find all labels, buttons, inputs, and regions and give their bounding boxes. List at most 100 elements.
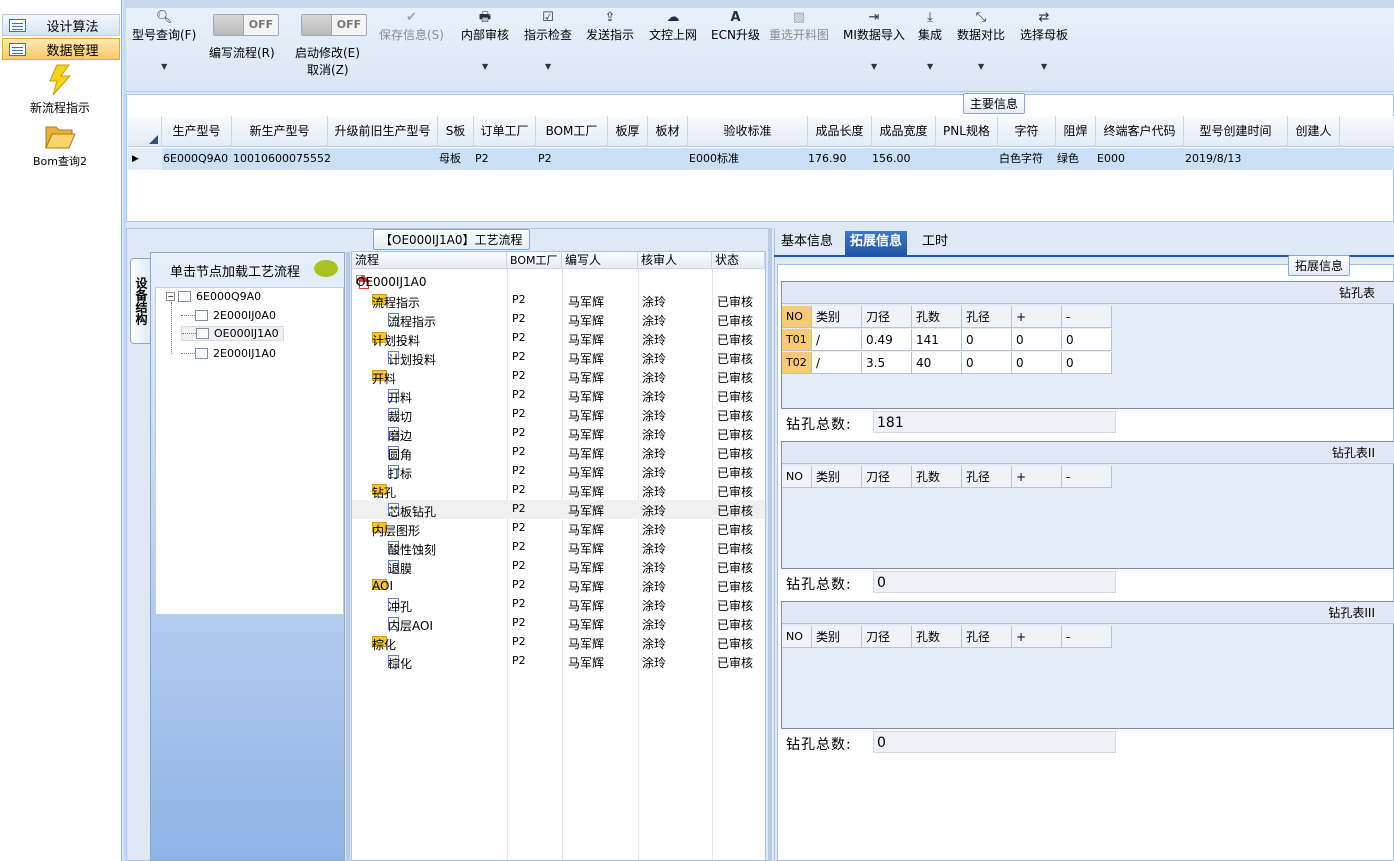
drill-col-header[interactable]: 类别 (812, 466, 862, 488)
col-header[interactable]: S板 (438, 116, 474, 147)
drill-cell[interactable]: 0 (962, 352, 1012, 374)
process-row[interactable]: 磨边 P2 马军辉 涂玲 已审核 (352, 424, 765, 443)
tree-node-root[interactable]: − 6E000Q9A0 (166, 290, 261, 303)
col-header[interactable]: 生产型号 (162, 116, 232, 147)
grid-corner[interactable] (128, 116, 162, 147)
drill-cell[interactable]: / (812, 352, 862, 374)
cell-bom-factory[interactable]: P2 (538, 148, 552, 170)
col-header[interactable]: 成品长度 (808, 116, 872, 147)
model-query-button[interactable]: 🔍︎ 型号查询(F) ▼ (132, 10, 196, 71)
drill-total-field[interactable]: 0 (873, 571, 1116, 593)
chevron-down-icon[interactable]: ▼ (927, 62, 933, 71)
col-header[interactable]: 终端客户代码 (1096, 116, 1184, 147)
col-header[interactable]: BOM工厂 (536, 116, 608, 147)
drill-cell[interactable]: / (812, 329, 862, 351)
cell-width[interactable]: 156.00 (872, 148, 911, 170)
drill-col-header[interactable]: 类别 (812, 306, 862, 328)
col-header[interactable]: 创建人 (1288, 116, 1340, 147)
nav-item-bom-query[interactable]: Bom查询2 (0, 122, 120, 169)
drill-col-header[interactable]: NO (782, 626, 812, 648)
chevron-down-icon[interactable]: ▼ (545, 62, 551, 71)
process-splitter[interactable] (346, 252, 350, 861)
cell-model[interactable]: 6E000Q9A0 (163, 148, 228, 170)
col-header[interactable]: 字符 (998, 116, 1056, 147)
select-mother-board-button[interactable]: ⇄ 选择母板 ▼ (1020, 10, 1068, 71)
col-header[interactable]: 板材 (648, 116, 688, 147)
cell-new-model[interactable]: 10010600075552 (233, 148, 331, 170)
drill-total-field[interactable]: 181 (873, 411, 1116, 433)
drill-col-header[interactable]: 类别 (812, 626, 862, 648)
drill-col-header[interactable]: 刀径 (862, 466, 912, 488)
collapse-icon[interactable]: − (166, 292, 175, 301)
tab-basic-info[interactable]: 基本信息 (776, 231, 838, 255)
drill-col-header[interactable]: - (1062, 306, 1112, 328)
drill-col-header[interactable]: + (1012, 626, 1062, 648)
col-header[interactable]: 新生产型号 (232, 116, 328, 147)
chevron-down-icon[interactable]: ▼ (1041, 62, 1047, 71)
drill-col-header[interactable]: 孔数 (912, 626, 962, 648)
col-header[interactable]: 型号创建时间 (1184, 116, 1288, 147)
drill-cell[interactable]: T02 (782, 352, 812, 374)
chevron-down-icon[interactable]: ▼ (871, 62, 877, 71)
cell-acceptance-standard[interactable]: E000标准 (689, 148, 739, 170)
tree-checkbox[interactable] (196, 328, 209, 339)
process-row[interactable]: −钻孔P2马军辉涂玲已审核 (352, 481, 765, 500)
drill-cell[interactable]: 0 (1012, 329, 1062, 351)
process-row[interactable]: 内层AOI P2 马军辉 涂玲 已审核 (352, 614, 765, 633)
tree-node-selected[interactable]: OE000IJ1A0 (181, 326, 284, 341)
drill-col-header[interactable]: NO (782, 306, 812, 328)
main-grid-row[interactable]: ▶ 6E000Q9A0 10010600075552 母板 P2 P2 E000… (128, 148, 1394, 170)
process-row[interactable]: 打标 P2 马军辉 涂玲 已审核 (352, 462, 765, 481)
drill-col-header[interactable]: 孔数 (912, 466, 962, 488)
instruction-check-button[interactable]: ☑ 指示检查 ▼ (524, 10, 572, 71)
nav-header-data-management[interactable]: 数据管理 (2, 38, 120, 60)
col-header-status[interactable]: 状态 (712, 252, 765, 269)
cell-length[interactable]: 176.90 (808, 148, 847, 170)
col-header[interactable]: 验收标准 (688, 116, 808, 147)
drill-cell[interactable]: 0 (1012, 352, 1062, 374)
drill-col-header[interactable]: 孔径 (962, 466, 1012, 488)
nav-item-new-flow-instruction[interactable]: 新流程指示 (0, 64, 120, 116)
tree-node[interactable]: 2E000IJ0A0 (181, 309, 276, 322)
drill-total-field[interactable]: 0 (873, 731, 1116, 753)
process-row[interactable]: 圆角 P2 马军辉 涂玲 已审核 (352, 443, 765, 462)
send-instruction-button[interactable]: ⇪ 发送指示 (586, 10, 634, 43)
col-header[interactable]: 板厚 (608, 116, 648, 147)
drill-col-header[interactable]: 刀径 (862, 306, 912, 328)
process-row[interactable]: 冲孔 P2 马军辉 涂玲 已审核 (352, 595, 765, 614)
cell-customer-code[interactable]: E000 (1097, 148, 1125, 170)
tree-checkbox[interactable] (178, 291, 191, 302)
cell-created-time[interactable]: 2019/8/13 (1185, 148, 1241, 170)
col-header[interactable]: 订单工厂 (474, 116, 536, 147)
drill-cell[interactable]: 0 (1062, 352, 1112, 374)
cell-order-factory[interactable]: P2 (475, 148, 489, 170)
save-info-button[interactable]: ✔ 保存信息(S) (379, 10, 444, 43)
process-row[interactable]: − OE000IJ1A0 (352, 272, 765, 291)
cell-s-board[interactable]: 母板 (439, 148, 461, 170)
process-row[interactable]: −AOIP2马军辉涂玲已审核 (352, 576, 765, 595)
process-row[interactable]: 流程指示 P2 马军辉 涂玲 已审核 (352, 310, 765, 329)
drill-cell[interactable]: 0 (1062, 329, 1112, 351)
integrate-button[interactable]: ⤓ 集成 ▼ (918, 10, 942, 71)
col-header[interactable]: PNL规格 (936, 116, 998, 147)
col-header-flow[interactable]: 流程 (352, 252, 507, 269)
drill-col-header[interactable]: - (1062, 466, 1112, 488)
process-row[interactable]: 裁切 P2 马军辉 涂玲 已审核 (352, 405, 765, 424)
col-header-author[interactable]: 编写人 (562, 252, 638, 269)
drill-cell[interactable]: T01 (782, 329, 812, 351)
drill-cell[interactable]: 0.49 (862, 329, 912, 351)
edit-flow-toggle[interactable]: OFF (213, 14, 279, 36)
process-row[interactable]: 芯板钻孔 P2 马军辉 涂玲 已审核 (352, 500, 765, 519)
drill-cell[interactable]: 141 (912, 329, 962, 351)
cancel-label[interactable]: 取消(Z) (307, 61, 349, 78)
reselect-cut-button[interactable]: ▨ 重选开料图 (769, 10, 829, 43)
drill-col-header[interactable]: + (1012, 306, 1062, 328)
process-row[interactable]: −内层图形P2马军辉涂玲已审核 (352, 519, 765, 538)
drill-col-header[interactable]: 刀径 (862, 626, 912, 648)
col-header[interactable]: 阻焊 (1056, 116, 1096, 147)
drill-cell[interactable]: 40 (912, 352, 962, 374)
data-compare-button[interactable]: ⤡ 数据对比 ▼ (957, 10, 1005, 71)
col-header-reviewer[interactable]: 核审人 (638, 252, 712, 269)
col-header[interactable]: 成品宽度 (872, 116, 936, 147)
device-structure-tab[interactable]: 设备结构 (130, 258, 150, 344)
